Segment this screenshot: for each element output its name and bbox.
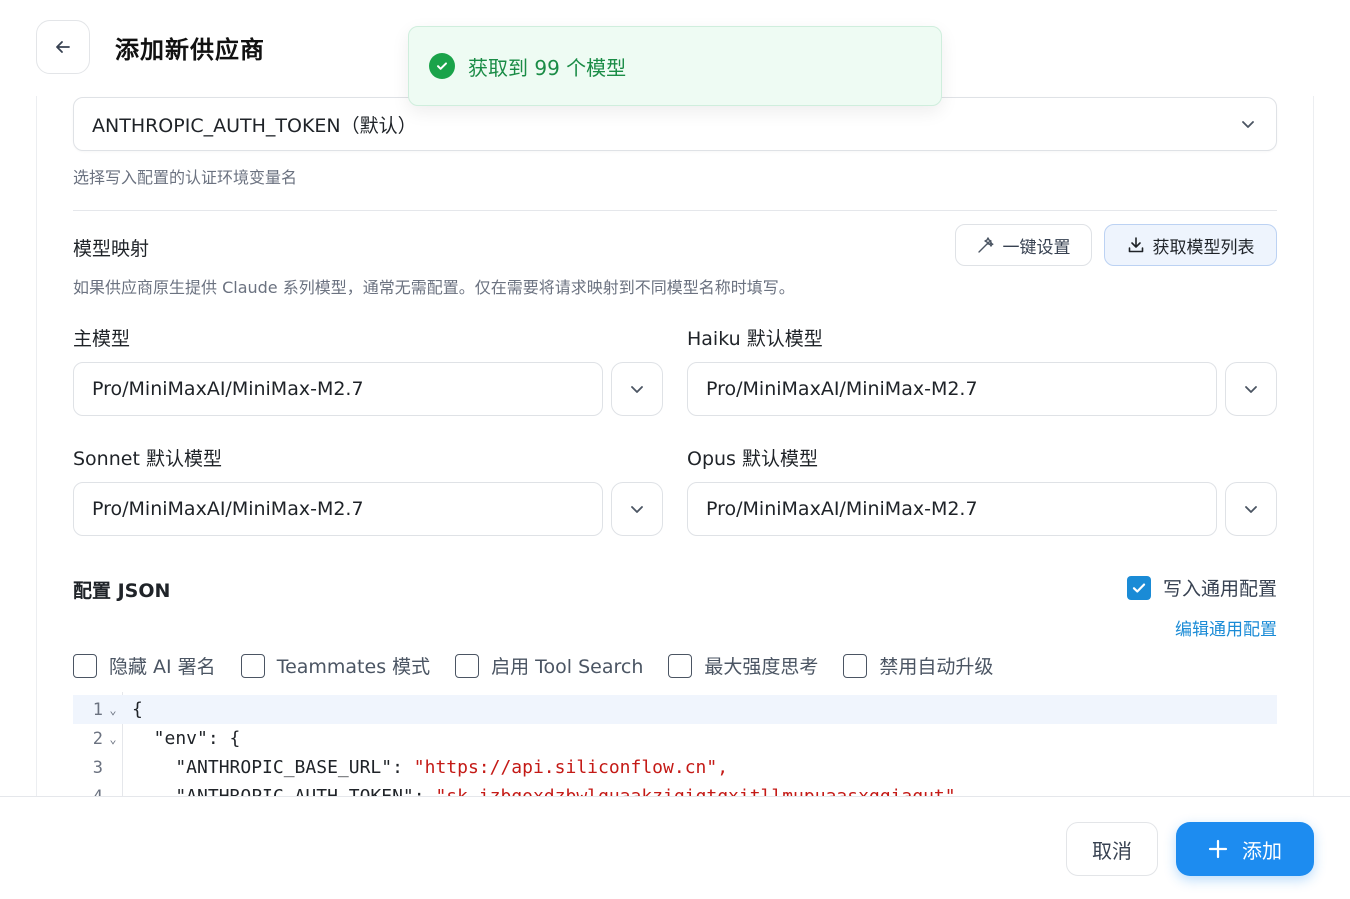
divider [73,210,1277,211]
option-label: 启用 Tool Search [491,656,644,678]
code-line: 4 "ANTHROPIC_AUTH_TOKEN": "sk-izbqoxdzbw… [73,782,1277,796]
auth-env-hint: 选择写入配置的认证环境变量名 [73,168,298,187]
option-label: Teammates 模式 [276,656,431,678]
chevron-down-icon [1242,121,1254,128]
haiku-model-input[interactable]: Pro/MiniMaxAI/MiniMax-M2.7 [687,362,1217,416]
arrow-left-icon [56,41,70,53]
option-label: 隐藏 AI 署名 [109,656,216,678]
line-number: 3 [92,757,103,778]
chevron-down-icon [1245,386,1257,393]
code-line: 2 ⌄ "env": { [73,724,1277,753]
line-number: 1 [92,699,103,720]
one-click-setup-label: 一键设置 [1002,237,1071,258]
main-model-label: 主模型 [73,328,131,350]
opus-model-label: Opus 默认模型 [687,448,818,470]
success-toast: 获取到 99 个模型 [408,26,942,106]
footer: 取消 添加 [0,796,1350,899]
checkbox-checked-icon [1126,575,1151,600]
sonnet-model-label: Sonnet 默认模型 [73,448,222,470]
sonnet-model-dropdown-button[interactable] [611,482,663,536]
code-line: 1 ⌄ { [73,695,1277,724]
opus-model-dropdown-button[interactable] [1225,482,1277,536]
json-editor[interactable]: 1 ⌄ { 2 ⌄ "env": { 3 "ANTHROPIC_BASE_URL… [73,692,1277,796]
model-mapping-desc: 如果供应商原生提供 Claude 系列模型，通常无需配置。仅在需要将请求映射到不… [73,278,795,297]
chevron-down-icon [631,506,643,513]
checkbox-icon [455,653,480,678]
code-text: "ANTHROPIC_AUTH_TOKEN": "sk-izbqoxdzbwlq… [123,786,966,796]
add-button-label: 添加 [1242,838,1282,863]
config-options: 隐藏 AI 署名 Teammates 模式 启用 Tool Search 最大强… [73,652,1018,679]
add-button[interactable]: 添加 [1176,822,1314,876]
cancel-button[interactable]: 取消 [1066,822,1158,876]
checkbox-icon [240,653,265,678]
option-hide-ai-signature[interactable]: 隐藏 AI 署名 [73,652,216,679]
one-click-setup-button[interactable]: 一键设置 [955,224,1092,266]
back-button[interactable] [36,20,90,74]
checkbox-icon [668,653,693,678]
fold-icon[interactable]: ⌄ [103,703,123,717]
option-teammates-mode[interactable]: Teammates 模式 [240,652,431,679]
write-common-config-checkbox[interactable]: 写入通用配置 [1126,574,1277,601]
checkbox-icon [73,653,97,678]
main-model-dropdown-button[interactable] [611,362,663,416]
main-model-input[interactable]: Pro/MiniMaxAI/MiniMax-M2.7 [73,362,603,416]
plus-icon [1208,839,1228,859]
code-text: { [132,699,143,720]
haiku-model-dropdown-button[interactable] [1225,362,1277,416]
page-title: 添加新供应商 [115,36,265,64]
line-number: 4 [73,787,103,797]
edit-common-config-link[interactable]: 编辑通用配置 [1175,615,1277,640]
option-max-thinking[interactable]: 最大强度思考 [668,652,818,679]
write-common-config-label: 写入通用配置 [1162,578,1277,600]
toast-message: 获取到 99 个模型 [468,55,627,80]
form-panel: ANTHROPIC_AUTH_TOKEN（默认） 选择写入配置的认证环境变量名 … [36,96,1314,796]
chevron-down-icon [1245,506,1257,513]
fetch-models-label: 获取模型列表 [1152,237,1255,258]
download-icon [1128,237,1143,253]
opus-model-input[interactable]: Pro/MiniMaxAI/MiniMax-M2.7 [687,482,1217,536]
chevron-down-icon [631,386,643,393]
config-json-title: 配置 JSON [73,580,171,602]
option-disable-auto-upgrade[interactable]: 禁用自动升级 [843,652,993,679]
auth-env-select-value: ANTHROPIC_AUTH_TOKEN（默认） [92,114,417,137]
haiku-model-label: Haiku 默认模型 [687,328,823,350]
sonnet-model-input[interactable]: Pro/MiniMaxAI/MiniMax-M2.7 [73,482,603,536]
check-circle-icon [429,53,455,79]
model-mapping-title: 模型映射 [73,238,150,260]
fold-icon[interactable]: ⌄ [103,732,123,746]
magic-wand-icon [977,237,993,253]
option-tool-search[interactable]: 启用 Tool Search [455,652,643,679]
option-label: 禁用自动升级 [879,656,994,678]
checkbox-icon [843,653,868,678]
option-label: 最大强度思考 [704,656,819,678]
code-text: "ANTHROPIC_BASE_URL": "https://api.silic… [132,757,729,778]
fetch-models-button[interactable]: 获取模型列表 [1104,224,1277,266]
code-text: "env": { [132,728,241,749]
line-number: 2 [92,728,103,749]
code-line: 3 "ANTHROPIC_BASE_URL": "https://api.sil… [73,753,1277,782]
